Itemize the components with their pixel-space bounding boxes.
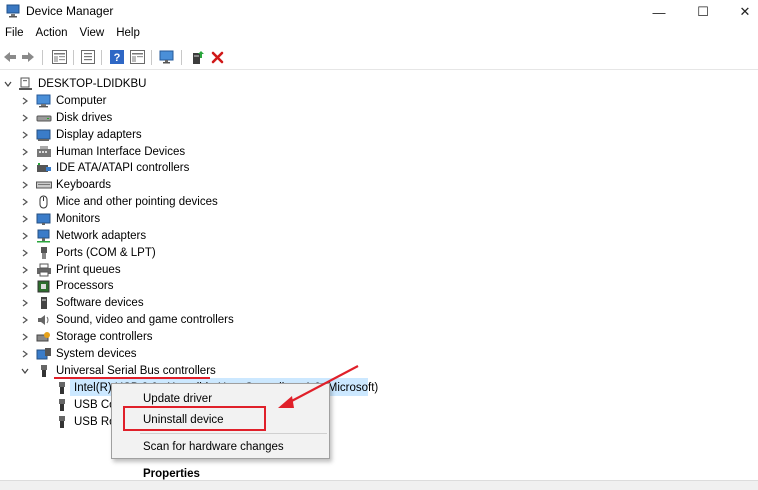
maximize-button[interactable]: ☐ <box>680 0 726 24</box>
properties-sheet-icon[interactable] <box>51 49 67 65</box>
chevron-right-icon[interactable] <box>20 281 30 291</box>
toolbar-separator <box>73 50 74 65</box>
tree-category-label: Network adapters <box>56 230 147 242</box>
display-adapter-icon <box>36 129 51 141</box>
chevron-right-icon[interactable] <box>20 197 30 207</box>
annotation-arrow <box>278 365 359 408</box>
menu-separator <box>140 460 327 461</box>
menu-action[interactable]: Action <box>30 25 74 44</box>
chevron-right-icon[interactable] <box>20 147 30 157</box>
computer-tower-icon <box>19 77 32 90</box>
chevron-right-icon[interactable] <box>20 315 30 325</box>
tree-category-label: Keyboards <box>56 179 111 191</box>
tree-category-label: Storage controllers <box>56 331 153 343</box>
menu-file[interactable]: File <box>0 25 30 44</box>
processor-icon <box>37 280 50 293</box>
hid-icon <box>37 146 51 157</box>
window-title: Device Manager <box>26 4 114 18</box>
toolbar-divider <box>0 69 758 70</box>
toolbar: ? <box>0 46 758 68</box>
printer-icon <box>37 263 51 277</box>
tree-category-label: System devices <box>56 348 137 360</box>
usb-icon <box>59 399 65 411</box>
tree-category-label: Sound, video and game controllers <box>56 314 234 326</box>
tree-category-label: Print queues <box>56 264 121 276</box>
network-adapter-icon <box>37 229 50 243</box>
usb-icon <box>59 416 65 428</box>
chevron-right-icon[interactable] <box>20 130 30 140</box>
tree-usb-device-label: USB Co <box>74 399 116 411</box>
menu-bar: File Action View Help <box>0 25 146 44</box>
tree-category-label: Computer <box>56 95 107 107</box>
tree-category-label: Display adapters <box>56 129 142 141</box>
monitor-icon <box>36 213 51 225</box>
toolbar-separator <box>151 50 152 65</box>
toolbar-separator <box>101 50 102 65</box>
chevron-right-icon[interactable] <box>20 180 30 190</box>
ide-controller-icon <box>37 163 51 172</box>
uninstall-x-icon[interactable] <box>209 49 225 65</box>
chevron-right-icon[interactable] <box>20 214 30 224</box>
tree-category-label: Disk drives <box>56 112 113 124</box>
storage-controller-icon <box>36 332 50 342</box>
title-bar: Device Manager — ☐ ✕ <box>0 0 758 24</box>
speaker-icon <box>38 315 49 325</box>
menu-help[interactable]: Help <box>110 25 146 44</box>
status-bar <box>0 480 758 490</box>
toolbar-separator <box>42 50 43 65</box>
chevron-right-icon[interactable] <box>20 113 30 123</box>
help-icon[interactable]: ? <box>109 49 125 65</box>
chevron-down-icon[interactable] <box>20 366 30 376</box>
scan-monitor-icon[interactable] <box>159 49 175 65</box>
computer-icon <box>36 94 51 108</box>
chevron-down-icon[interactable] <box>3 79 13 89</box>
tree-root-label: DESKTOP-LDIDKBU <box>38 78 147 90</box>
usb-icon <box>59 382 65 394</box>
keyboard-icon <box>36 181 52 189</box>
chevron-right-icon[interactable] <box>20 231 30 241</box>
tree-category-label: Monitors <box>56 213 101 225</box>
toolbar-separator <box>181 50 182 65</box>
menu-item-scan-hardware[interactable]: Scan for hardware changes <box>143 438 284 456</box>
close-button[interactable]: ✕ <box>722 0 758 24</box>
tree-category-label: IDE ATA/ATAPI controllers <box>56 162 190 174</box>
disk-drive-icon <box>36 115 52 122</box>
chevron-right-icon[interactable] <box>20 332 30 342</box>
chevron-right-icon[interactable] <box>20 349 30 359</box>
chevron-right-icon[interactable] <box>20 248 30 258</box>
tree-usb-device-label: USB Ro <box>74 416 116 428</box>
annotation-box <box>123 406 266 431</box>
mouse-icon <box>39 195 48 209</box>
resource-view-icon[interactable] <box>129 49 145 65</box>
chevron-right-icon[interactable] <box>20 265 30 275</box>
annotation-underline <box>54 377 210 379</box>
tree-category-label: Mice and other pointing devices <box>56 196 218 208</box>
software-device-icon <box>41 297 47 309</box>
forward-arrow-icon[interactable] <box>20 49 36 65</box>
chevron-right-icon[interactable] <box>20 96 30 106</box>
minimize-button[interactable]: — <box>636 0 682 24</box>
menu-view[interactable]: View <box>74 25 111 44</box>
port-icon <box>41 247 47 259</box>
update-driver-icon[interactable] <box>190 49 206 65</box>
tree-category-label: Software devices <box>56 297 144 309</box>
device-manager-icon <box>6 4 20 18</box>
svg-text:?: ? <box>114 52 121 64</box>
menu-separator <box>140 433 327 434</box>
back-arrow-icon[interactable] <box>2 49 18 65</box>
tree-category-label: Ports (COM & LPT) <box>56 247 156 259</box>
tree-category-label: Human Interface Devices <box>56 146 186 158</box>
usb-icon <box>41 365 47 377</box>
chevron-right-icon[interactable] <box>20 298 30 308</box>
list-view-icon[interactable] <box>80 49 96 65</box>
tree-category-label: Processors <box>56 280 114 292</box>
system-device-icon <box>36 348 51 360</box>
chevron-right-icon[interactable] <box>20 163 30 173</box>
